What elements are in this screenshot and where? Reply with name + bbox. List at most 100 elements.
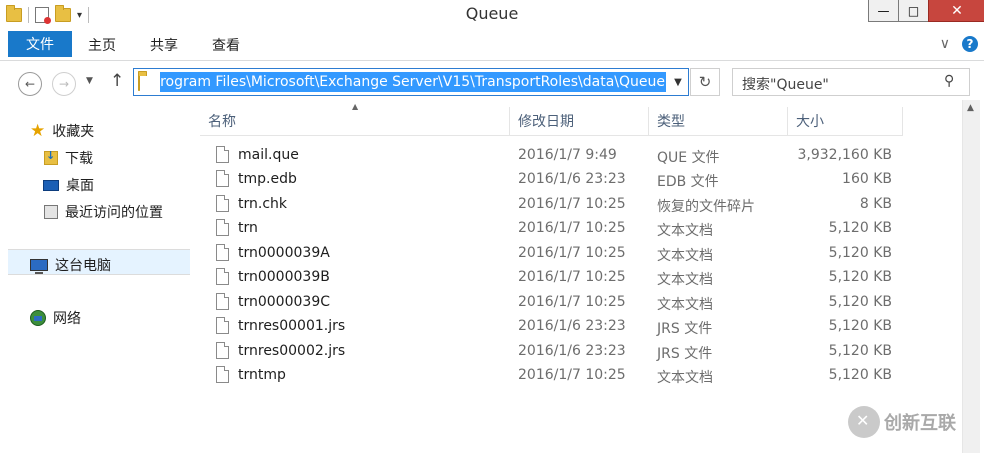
ribbon-tab-bar — [0, 31, 984, 61]
file-type: 文本文档 — [657, 272, 713, 288]
file-row[interactable]: mail.que 2016/1/7 9:49 QUE 文件 3,932,160 … — [200, 144, 900, 168]
watermark: 创新互联 — [848, 406, 956, 438]
network-icon — [30, 310, 46, 326]
recent-places-icon — [44, 205, 58, 219]
nav-network-label: 网络 — [53, 311, 81, 327]
downloads-folder-icon — [44, 149, 58, 165]
file-row[interactable]: trn0000039A 2016/1/7 10:25 文本文档 5,120 KB — [200, 242, 900, 266]
file-row[interactable]: tmp.edb 2016/1/6 23:23 EDB 文件 160 KB — [200, 168, 900, 192]
file-name: trnres00001.jrs — [238, 318, 346, 334]
file-date: 2016/1/7 10:25 — [518, 367, 626, 383]
file-icon — [216, 293, 229, 310]
file-name: tmp.edb — [238, 171, 297, 187]
watermark-logo-icon — [848, 406, 880, 438]
file-size: 5,120 KB — [828, 220, 892, 236]
close-icon: ✕ — [951, 2, 963, 19]
file-icon — [216, 219, 229, 236]
scroll-up-arrow-icon[interactable]: ▲ — [962, 100, 979, 116]
forward-arrow-icon: → — [58, 77, 70, 91]
column-header-modified[interactable]: 修改日期 — [510, 107, 649, 135]
column-header-size[interactable]: 大小 — [788, 107, 903, 135]
nav-downloads[interactable]: 下载 — [44, 148, 93, 168]
file-date: 2016/1/7 10:25 — [518, 245, 626, 261]
address-dropdown-icon[interactable]: ▼ — [669, 72, 687, 92]
file-size: 3,932,160 KB — [797, 147, 893, 163]
file-size: 8 KB — [859, 196, 892, 212]
file-type: 文本文档 — [657, 297, 713, 313]
file-row[interactable]: trntmp 2016/1/7 10:25 文本文档 5,120 KB — [200, 364, 900, 388]
file-name: trnres00002.jrs — [238, 343, 346, 359]
search-icon[interactable]: ⚲ — [944, 73, 954, 89]
file-date: 2016/1/6 23:23 — [518, 343, 626, 359]
star-icon: ★ — [30, 121, 46, 141]
minimize-icon: — — [877, 3, 890, 18]
file-size: 160 KB — [842, 171, 892, 187]
nav-desktop[interactable]: 桌面 — [43, 175, 94, 195]
file-type: EDB 文件 — [657, 174, 719, 190]
file-type: 文本文档 — [657, 370, 713, 386]
header-divider — [200, 135, 903, 136]
file-type: 文本文档 — [657, 248, 713, 264]
file-date: 2016/1/7 10:25 — [518, 196, 626, 212]
file-date: 2016/1/6 23:23 — [518, 171, 626, 187]
vertical-scrollbar[interactable] — [962, 100, 980, 453]
nav-this-pc-label: 这台电脑 — [55, 258, 111, 274]
nav-recent-label: 最近访问的位置 — [65, 205, 163, 221]
file-date: 2016/1/6 23:23 — [518, 318, 626, 334]
tab-view[interactable]: 查看 — [212, 31, 240, 59]
file-type: 恢复的文件碎片 — [657, 199, 755, 215]
nav-network[interactable]: 网络 — [30, 308, 81, 328]
maximize-button[interactable]: □ — [898, 0, 929, 22]
help-icon[interactable]: ? — [962, 36, 978, 52]
file-type: JRS 文件 — [657, 321, 713, 337]
nav-this-pc[interactable]: 这台电脑 — [30, 255, 111, 275]
maximize-icon: □ — [907, 3, 920, 18]
tab-home[interactable]: 主页 — [88, 31, 116, 59]
nav-desktop-label: 桌面 — [66, 178, 94, 194]
file-size: 5,120 KB — [828, 245, 892, 261]
file-date: 2016/1/7 10:25 — [518, 220, 626, 236]
column-header-type[interactable]: 类型 — [649, 107, 788, 135]
file-name: trn0000039B — [238, 269, 330, 285]
file-name: mail.que — [238, 147, 299, 163]
file-row[interactable]: trn.chk 2016/1/7 10:25 恢复的文件碎片 8 KB — [200, 193, 900, 217]
watermark-text: 创新互联 — [884, 413, 956, 434]
file-row[interactable]: trnres00002.jrs 2016/1/6 23:23 JRS 文件 5,… — [200, 340, 900, 364]
refresh-button[interactable]: ↻ — [690, 68, 720, 96]
nav-favorites-label: 收藏夹 — [52, 124, 95, 140]
tab-file[interactable]: 文件 — [8, 31, 72, 57]
recent-locations-dropdown-icon[interactable]: ▼ — [86, 76, 93, 86]
file-date: 2016/1/7 9:49 — [518, 147, 617, 163]
file-type: 文本文档 — [657, 223, 713, 239]
nav-favorites[interactable]: ★ 收藏夹 — [30, 121, 94, 141]
file-row[interactable]: trnres00001.jrs 2016/1/6 23:23 JRS 文件 5,… — [200, 315, 900, 339]
file-row[interactable]: trn 2016/1/7 10:25 文本文档 5,120 KB — [200, 217, 900, 241]
up-one-level-icon[interactable]: ↑ — [110, 71, 124, 91]
desktop-icon — [43, 179, 59, 191]
computer-icon — [30, 259, 48, 274]
file-size: 5,120 KB — [828, 294, 892, 310]
forward-button[interactable]: → — [52, 72, 76, 96]
minimize-button[interactable]: — — [868, 0, 899, 22]
file-icon — [216, 170, 229, 187]
address-folder-icon — [138, 74, 140, 91]
expand-ribbon-chevron-icon[interactable]: ∨ — [940, 36, 950, 52]
file-icon — [216, 366, 229, 383]
file-name: trn0000039A — [238, 245, 330, 261]
file-name: trn0000039C — [238, 294, 330, 310]
file-size: 5,120 KB — [828, 343, 892, 359]
file-icon — [216, 268, 229, 285]
file-size: 5,120 KB — [828, 269, 892, 285]
back-button[interactable]: ← — [18, 72, 42, 96]
address-path-text[interactable]: rogram Files\Microsoft\Exchange Server\V… — [160, 72, 666, 92]
file-type: QUE 文件 — [657, 150, 720, 166]
file-type: JRS 文件 — [657, 346, 713, 362]
window-title: Queue — [465, 4, 519, 23]
column-header-name[interactable]: 名称 — [200, 107, 510, 135]
file-row[interactable]: trn0000039B 2016/1/7 10:25 文本文档 5,120 KB — [200, 266, 900, 290]
nav-recent[interactable]: 最近访问的位置 — [44, 202, 163, 222]
file-row[interactable]: trn0000039C 2016/1/7 10:25 文本文档 5,120 KB — [200, 291, 900, 315]
close-button[interactable]: ✕ — [928, 0, 984, 22]
tab-share[interactable]: 共享 — [150, 31, 178, 59]
file-icon — [216, 342, 229, 359]
